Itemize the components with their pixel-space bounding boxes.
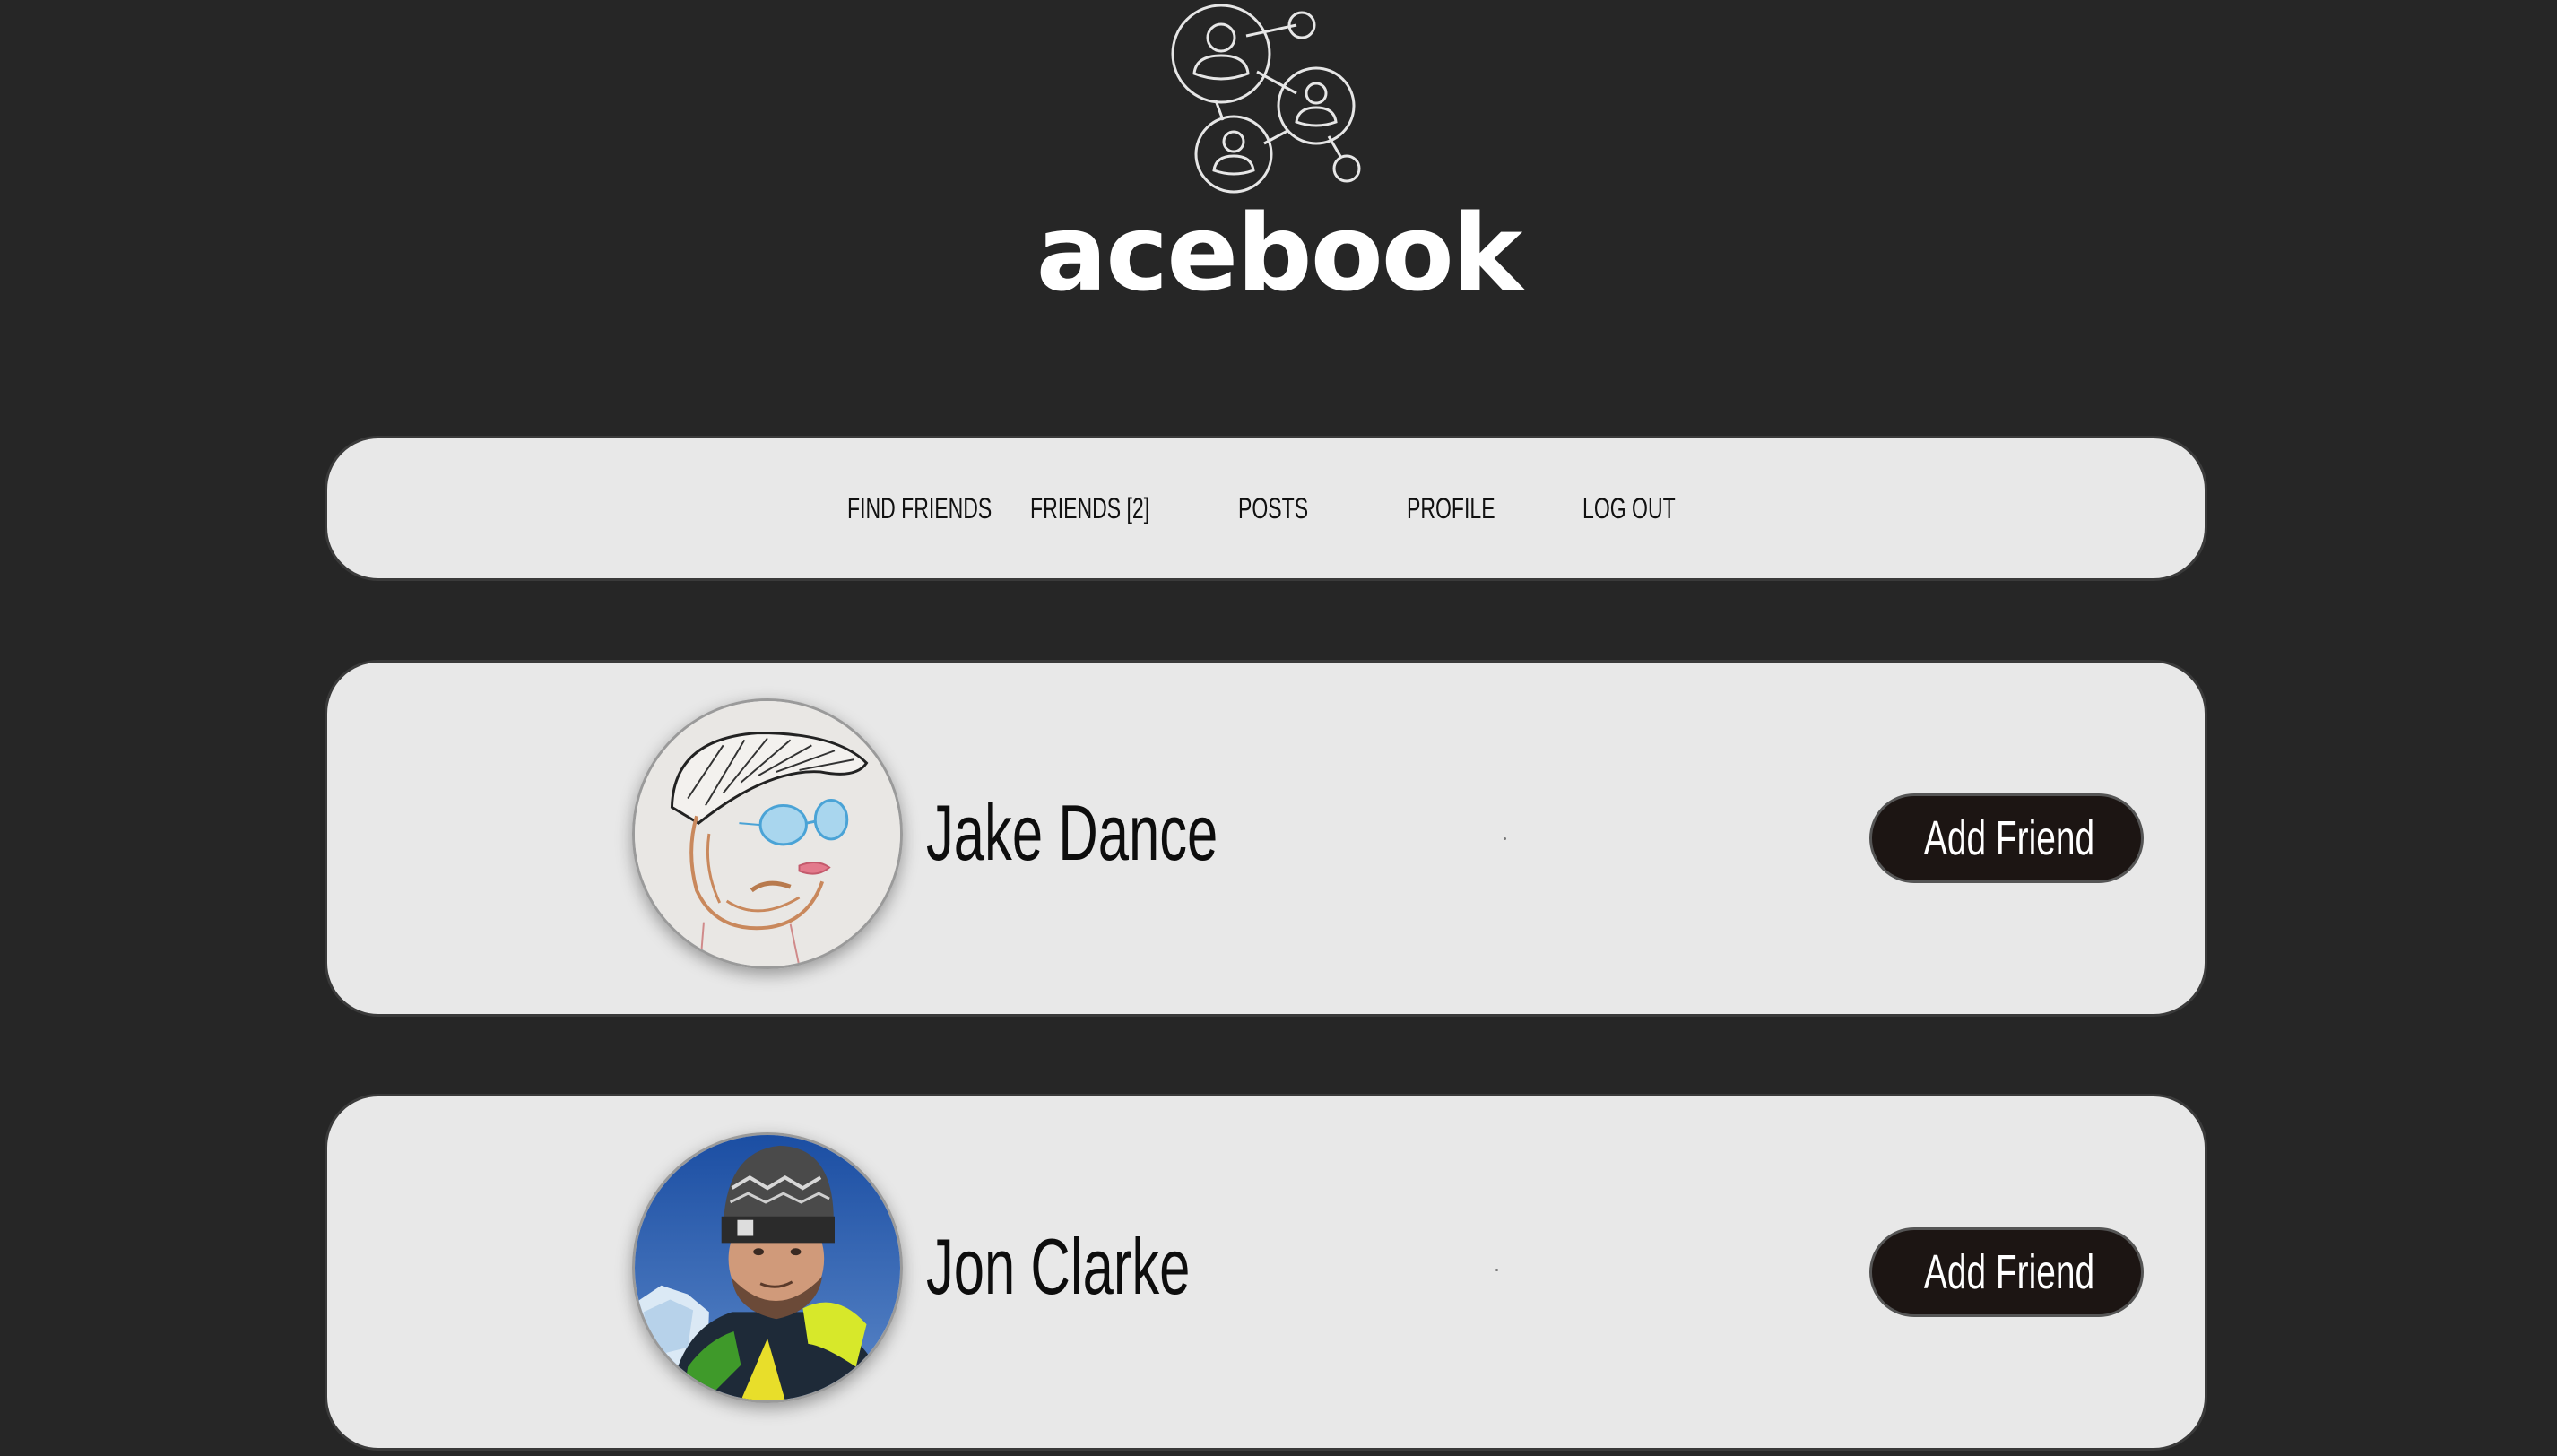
nav-posts[interactable]: POSTS: [1238, 438, 1308, 578]
user-name: Jon Clarke: [926, 1222, 1191, 1311]
header: acebook: [0, 0, 2557, 323]
user-card: Jon Clarke Add Friend: [325, 1094, 2207, 1451]
sketch-portrait-icon: [635, 701, 900, 966]
add-friend-label: Add Friend: [1923, 1245, 2095, 1299]
dot-mark: [1504, 837, 1506, 840]
add-friend-button[interactable]: Add Friend: [1869, 1227, 2144, 1317]
nav-bar: FIND FRIENDS FRIENDS [2] POSTS PROFILE L…: [325, 436, 2207, 581]
user-card: Jake Dance Add Friend: [325, 660, 2207, 1017]
avatar: [632, 698, 903, 969]
add-friend-button[interactable]: Add Friend: [1869, 793, 2144, 883]
nav-friends[interactable]: FRIENDS [2]: [1030, 438, 1149, 578]
nav-profile[interactable]: PROFILE: [1407, 438, 1495, 578]
user-name: Jake Dance: [926, 788, 1218, 877]
dot-mark: [1495, 1269, 1498, 1271]
photo-portrait-icon: [635, 1135, 900, 1400]
avatar: [632, 1132, 903, 1403]
brand-title: acebook: [1036, 191, 1523, 315]
nav-find-friends[interactable]: FIND FRIENDS: [847, 438, 992, 578]
add-friend-label: Add Friend: [1923, 811, 2095, 865]
network-people-icon: [1171, 4, 1361, 194]
nav-log-out[interactable]: LOG OUT: [1582, 438, 1676, 578]
